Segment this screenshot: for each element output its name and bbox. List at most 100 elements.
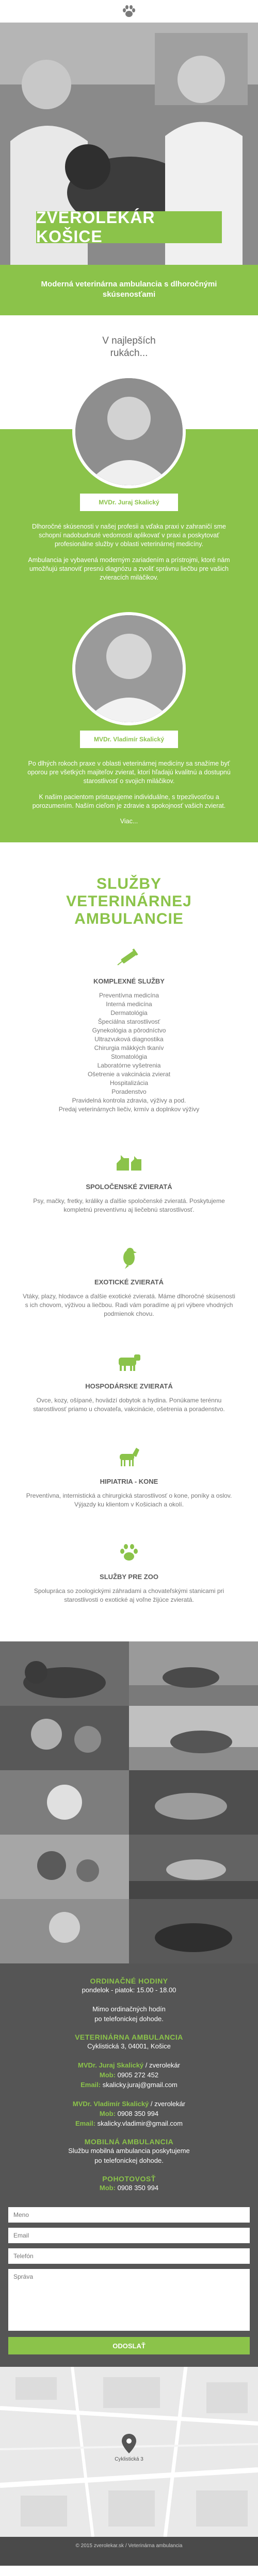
map-pin-icon [122,2434,136,2453]
gallery-photo[interactable] [129,1706,258,1770]
horse-icon [120,1448,139,1466]
doctor-name-badge: MVDr. Vladimír Skalický [80,731,178,748]
top-bar [0,0,258,23]
phone-line: Mob: 0905 272 452 [15,2070,243,2080]
services-title-line-1: SLUŽBY [96,875,162,892]
hero-title: ZVEROLEKÁR KOŠICE [36,208,155,246]
hours-note: po telefonickej dohode. [94,2015,164,2023]
contact-form: ODOSLAŤ [0,2207,258,2367]
service-title: KOMPLEXNÉ SLUŽBY [93,977,165,985]
hours-heading: ORDINAČNÉ HODINY [90,1977,168,1985]
intro-heading: V najlepších rukách... [0,315,258,370]
email-link[interactable]: skalicky.vladimir@gmail.com [98,2120,183,2127]
paw-icon[interactable] [120,4,138,19]
doctor-bio-paragraph: Ambulancia je vybavená moderným zariaden… [28,556,230,581]
gallery-photo[interactable] [0,1641,129,1706]
hours-note: Mimo ordinačných hodín [92,2005,166,2013]
phone-link[interactable]: 0908 350 994 [118,2184,159,2192]
service-title: HIPIATRIA - KONE [100,1478,158,1485]
service-list-item: Preventívna medicína [99,992,159,999]
email-label: Email: [80,2081,101,2089]
service-title: EXOTICKÉ ZVIERATÁ [94,1278,164,1286]
gallery-photo[interactable] [129,1770,258,1835]
doctor-contact-name: MVDr. Juraj Skalický [77,2061,144,2069]
service-description: Ovce, kozy, ošípané, hovädzí dobytok a h… [33,1397,225,1413]
clinic-heading: VETERINÁRNA AMBULANCIA [75,2033,183,2041]
service-exotic: EXOTICKÉ ZVIERATÁ Vtáky, plazy, hlodavce… [0,1214,258,1318]
service-list-item: Hospitalizácia [109,1079,149,1087]
service-list-item: Špeciálna starostlivosť [98,1018,160,1025]
mobile-label: Mob: [99,2071,116,2079]
email-label: Email: [75,2120,95,2127]
location-map[interactable]: Cyklistická 3 [0,2367,258,2537]
doctor-section-1: MVDr. Juraj Skalický Dlhoročné skúsenost… [0,370,258,607]
intro-line-2: rukách... [110,348,148,359]
mobile-clinic-text: po telefonickej dohode. [94,2157,164,2164]
service-horses: HIPIATRIA - KONE Preventívna, internisti… [0,1414,258,1509]
gallery-photo[interactable] [129,1835,258,1899]
gallery-photo[interactable] [0,1899,129,1963]
service-list-item: Pravidelná kontrola zdravia, výživy a po… [72,1097,186,1104]
service-list-item: Poradenstvo [111,1088,147,1095]
doctor-bio: Dlhoročné skúsenosti v našej profesii a … [0,522,258,582]
doctor-contact-role: / zverolekár [145,2061,180,2069]
dog-cat-icon [117,1155,141,1171]
phone-link[interactable]: 0908 350 994 [118,2110,159,2117]
gallery-photo[interactable] [0,1770,129,1835]
services-title-line-2: VETERINÁRNEJ [66,893,192,910]
doctor-photo [72,612,186,725]
phone-line: Mob: 0908 350 994 [15,2109,243,2119]
mobile-label: Mob: [99,2184,116,2192]
doctor-name: MVDr. Juraj Skalický [99,499,159,506]
service-companion: SPOLOČENSKÉ ZVIERATÁ Psy, mačky, fretky,… [0,1114,258,1214]
doctor-contact-role: / zverolekár [150,2100,186,2108]
name-input[interactable] [8,2207,250,2223]
intro-line-1: V najlepších [102,335,156,346]
photo-gallery [0,1641,258,1963]
clinic-address: Cyklistická 3, 04001, Košice [87,2042,171,2050]
gallery-photo[interactable] [0,1835,129,1899]
intro-band: Moderná veterinárna ambulancia s dlhoroč… [0,265,258,315]
service-title: SLUŽBY PRE ZOO [100,1573,158,1581]
doctor-photo-area [0,370,258,488]
doctor-name: MVDr. Vladimír Skalický [93,736,165,743]
service-list: Preventívna medicína Interná medicína De… [21,991,237,1114]
email-line: Email: skalicky.juraj@gmail.com [15,2080,243,2090]
phone-link[interactable]: 0905 272 452 [118,2071,159,2079]
footer-text: © 2015 zverolekar.sk / Veterinárna ambul… [75,2543,183,2549]
service-farm: HOSPODÁRSKE ZVIERATÁ Ovce, kozy, ošípané… [0,1318,258,1414]
gallery-photo[interactable] [0,1706,129,1770]
service-list-item: Gynekológia a pôrodníctvo [92,1027,166,1034]
footer: © 2015 zverolekar.sk / Veterinárna ambul… [0,2537,258,2566]
services-heading: SLUŽBY VETERINÁRNEJ AMBULANCIE [0,842,258,940]
doctor-contact-1: MVDr. Juraj Skalický / zverolekár [15,2060,243,2070]
phone-input[interactable] [8,2248,250,2264]
more-link[interactable]: Viac... [0,818,258,825]
service-title: HOSPODÁRSKE ZVIERATÁ [85,1382,173,1390]
service-list-item: Stomatológia [110,1053,148,1060]
syringe-icon [117,948,138,965]
map-marker[interactable] [118,2433,140,2454]
mobile-clinic-text: Službu mobilná ambulancia poskytujeme [68,2147,190,2155]
email-input[interactable] [8,2228,250,2243]
paw-icon [120,1544,138,1561]
service-list-item: Ošetrenie a vakcinácia zvierat [87,1071,171,1078]
send-button[interactable]: ODOSLAŤ [8,2337,250,2354]
service-list-item: Interná medicína [106,1001,152,1008]
intro-text: Moderná veterinárna ambulancia s dlhoroč… [41,280,217,299]
hero-title-box: ZVEROLEKÁR KOŠICE [36,208,222,246]
email-link[interactable]: skalicky.juraj@gmail.com [103,2081,178,2089]
service-list-item: Laboratórne vyšetrenia [97,1062,161,1069]
mobile-clinic-heading: MOBILNÁ AMBULANCIA [84,2138,174,2146]
doctor-section-2: MVDr. Vladimír Skalický Po dlhých rokoch… [0,607,258,842]
service-list-item: Chirurgia mäkkých tkanív [94,1044,164,1052]
service-description: Psy, mačky, fretky, králiky a ďalšie spo… [33,1197,225,1213]
message-input[interactable] [8,2269,250,2331]
contact-section: ORDINAČNÉ HODINY pondelok - piatok: 15.0… [0,1963,258,2207]
gallery-photo[interactable] [129,1641,258,1706]
service-description: Vtáky, plazy, hlodavce a ďalšie exotické… [23,1293,235,1317]
service-list-item: Predaj veterinárnych liečiv, krmív a dop… [58,1106,200,1113]
cow-icon [119,1354,140,1371]
emergency-phone: Mob: 0908 350 994 [15,2183,243,2193]
gallery-photo[interactable] [129,1899,258,1963]
